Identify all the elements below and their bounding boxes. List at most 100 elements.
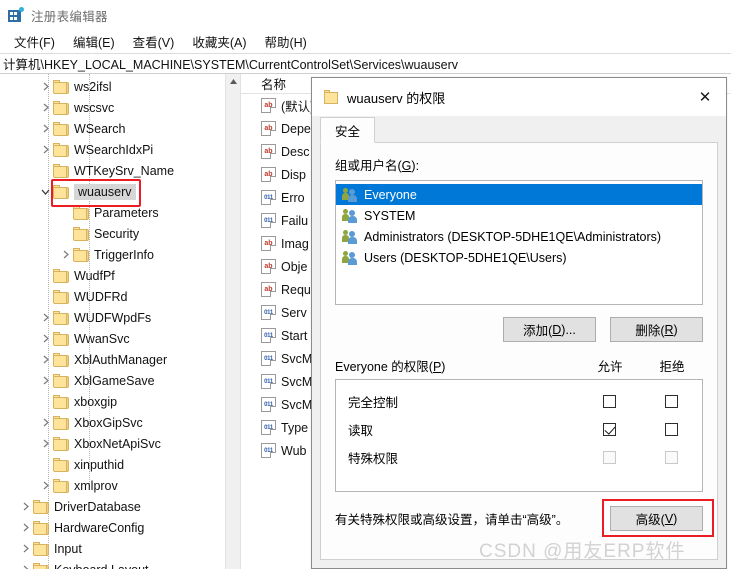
- group-label-pre: 组或用户名(: [335, 159, 402, 173]
- folder-icon: [53, 352, 69, 367]
- permission-row: 完全控制: [336, 387, 702, 415]
- user-list-item[interactable]: Everyone: [336, 184, 702, 205]
- advanced-button-accel: V: [664, 511, 674, 526]
- add-button[interactable]: 添加(D)...: [503, 317, 596, 342]
- registry-tree: ws2ifsl wscsvc WSearch WSearchIdxPi WTKeySrv…: [0, 74, 240, 569]
- binary-value-icon: 011: [261, 351, 276, 366]
- tree-node[interactable]: Input: [0, 538, 240, 559]
- chevron-down-icon[interactable]: [38, 181, 53, 202]
- binary-value-icon: 011: [261, 305, 276, 320]
- menu-favorites[interactable]: 收藏夹(A): [184, 30, 256, 53]
- tree-node[interactable]: DriverDatabase: [0, 496, 240, 517]
- user-list-item[interactable]: Users (DESKTOP-5DHE1QE\Users): [336, 247, 702, 268]
- tree-node-label: xinputhid: [74, 457, 125, 472]
- user-list-item[interactable]: Administrators (DESKTOP-5DHE1QE\Administ…: [336, 226, 702, 247]
- tree-node-label: ws2ifsl: [74, 79, 112, 94]
- chevron-right-icon[interactable]: [38, 307, 53, 328]
- value-name: SvcM: [281, 374, 313, 389]
- tab-security[interactable]: 安全: [320, 117, 376, 143]
- tree-node[interactable]: WUDFWpdFs: [0, 307, 240, 328]
- add-button-pre: 添加(: [523, 324, 553, 338]
- tree-node-label: WTKeySrv_Name: [74, 163, 175, 178]
- tree-node[interactable]: WTKeySrv_Name: [0, 160, 240, 181]
- tree-node[interactable]: XblGameSave: [0, 370, 240, 391]
- permission-row: 读取: [336, 415, 702, 443]
- group-label-post: ):: [411, 159, 420, 173]
- folder-icon: [53, 394, 69, 409]
- chevron-right-icon[interactable]: [18, 538, 33, 559]
- permission-deny-checkbox[interactable]: [664, 394, 678, 408]
- menu-view[interactable]: 查看(V): [125, 30, 185, 53]
- menu-edit[interactable]: 编辑(E): [65, 30, 125, 53]
- chevron-right-icon[interactable]: [18, 517, 33, 538]
- tree-node[interactable]: XblAuthManager: [0, 349, 240, 370]
- chevron-right-icon[interactable]: [38, 76, 53, 97]
- tree-node-label: WSearch: [74, 121, 126, 136]
- permission-name: 特殊权限: [348, 451, 399, 466]
- permissions-table[interactable]: 完全控制 读取特殊权限: [335, 379, 703, 492]
- add-button-post: )...: [561, 322, 576, 337]
- user-list-item[interactable]: SYSTEM: [336, 205, 702, 226]
- value-name: Failu: [281, 213, 309, 228]
- tree-node[interactable]: ws2ifsl: [0, 76, 240, 97]
- chevron-right-icon[interactable]: [38, 475, 53, 496]
- tree-node[interactable]: WSearch: [0, 118, 240, 139]
- address-bar[interactable]: 计算机\HKEY_LOCAL_MACHINE\SYSTEM\CurrentCon…: [0, 53, 731, 74]
- chevron-right-icon[interactable]: [38, 412, 53, 433]
- regedit-window: 注册表编辑器 文件(F) 编辑(E) 查看(V) 收藏夹(A) 帮助(H) 计算…: [0, 0, 731, 569]
- tree-node-label: Parameters: [94, 205, 159, 220]
- tree-node-label: DriverDatabase: [54, 499, 141, 514]
- tree-node[interactable]: HardwareConfig: [0, 517, 240, 538]
- registry-tree-pane[interactable]: ws2ifsl wscsvc WSearch WSearchIdxPi WTKeySrv…: [0, 74, 241, 569]
- tree-node[interactable]: WSearchIdxPi: [0, 139, 240, 160]
- tree-node[interactable]: TriggerInfo: [0, 244, 240, 265]
- chevron-right-icon[interactable]: [18, 559, 33, 569]
- advanced-button[interactable]: 高级(V): [610, 506, 703, 531]
- tree-node[interactable]: XboxGipSvc: [0, 412, 240, 433]
- tree-node-label: wscsvc: [74, 100, 115, 115]
- folder-icon: [33, 562, 49, 569]
- remove-button-accel: R: [664, 322, 674, 337]
- menu-bar: 文件(F) 编辑(E) 查看(V) 收藏夹(A) 帮助(H): [0, 30, 731, 53]
- tree-node[interactable]: xmlprov: [0, 475, 240, 496]
- tree-node[interactable]: XboxNetApiSvc: [0, 433, 240, 454]
- remove-button[interactable]: 删除(R): [610, 317, 703, 342]
- chevron-right-icon[interactable]: [38, 349, 53, 370]
- chevron-right-icon[interactable]: [18, 496, 33, 517]
- tree-node[interactable]: xboxgip: [0, 391, 240, 412]
- tree-node[interactable]: WUDFRd: [0, 286, 240, 307]
- close-icon[interactable]: ✕: [684, 78, 726, 116]
- chevron-right-icon[interactable]: [38, 118, 53, 139]
- group-or-usernames-list[interactable]: Everyone SYSTEM Administrators (DESKTOP-5D…: [335, 180, 703, 305]
- tree-node[interactable]: WudfPf: [0, 265, 240, 286]
- tree-node[interactable]: wscsvc: [0, 97, 240, 118]
- chevron-right-icon[interactable]: [38, 433, 53, 454]
- menu-file[interactable]: 文件(F): [6, 30, 65, 53]
- menu-help[interactable]: 帮助(H): [256, 30, 316, 53]
- tree-node[interactable]: Security: [0, 223, 240, 244]
- title-bar: 注册表编辑器: [0, 0, 731, 30]
- permission-deny-checkbox[interactable]: [664, 422, 678, 436]
- dialog-footnote-row: 有关特殊权限或高级设置，请单击“高级”。 高级(V): [335, 499, 714, 537]
- chevron-right-icon[interactable]: [58, 244, 73, 265]
- tree-node[interactable]: Parameters: [0, 202, 240, 223]
- folder-icon: [53, 310, 69, 325]
- tree-node[interactable]: wuauserv: [0, 181, 240, 202]
- permission-allow-checkbox[interactable]: [602, 422, 616, 436]
- chevron-right-icon[interactable]: [38, 328, 53, 349]
- tree-node[interactable]: Keyboard Layout: [0, 559, 240, 569]
- tree-node[interactable]: WwanSvc: [0, 328, 240, 349]
- folder-icon: [53, 121, 69, 136]
- chevron-right-icon[interactable]: [38, 139, 53, 160]
- chevron-right-icon[interactable]: [38, 97, 53, 118]
- tree-node[interactable]: xinputhid: [0, 454, 240, 475]
- permission-allow-checkbox[interactable]: [602, 394, 616, 408]
- scroll-up-icon[interactable]: [226, 74, 240, 89]
- chevron-right-icon[interactable]: [38, 370, 53, 391]
- folder-icon: [53, 478, 69, 493]
- tree-node-label: WUDFWpdFs: [74, 310, 152, 325]
- tree-scrollbar[interactable]: [225, 74, 240, 569]
